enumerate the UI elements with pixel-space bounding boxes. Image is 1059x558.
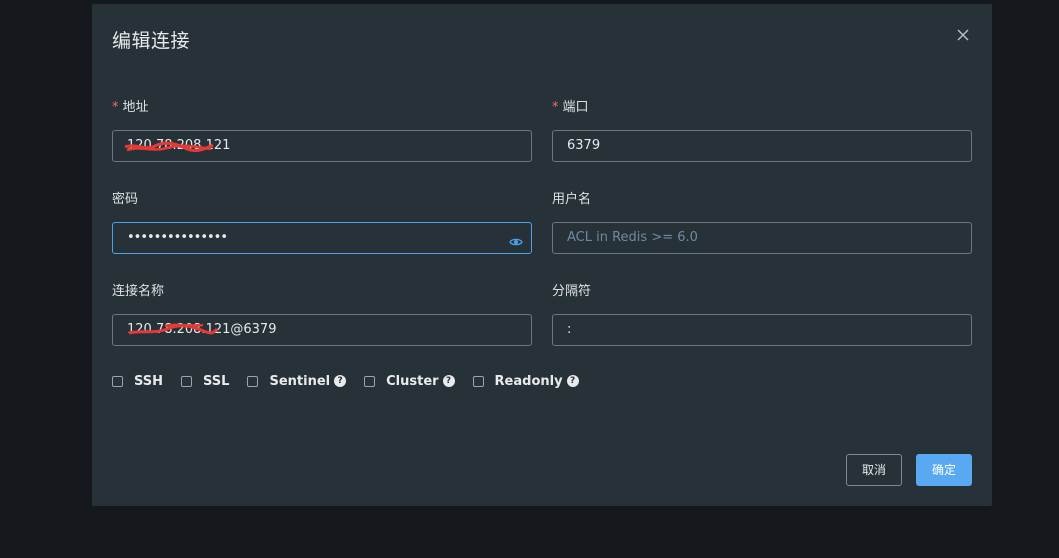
port-label: * 端口 bbox=[552, 96, 589, 115]
username-input[interactable]: ACL in Redis >= 6.0 bbox=[552, 222, 972, 254]
readonly-label: Readonly bbox=[494, 373, 563, 389]
edit-connection-dialog: 编辑连接 * 地址 120.78.208.121 * 端口 6379 密码 ••••… bbox=[92, 4, 992, 506]
connection-options: SSH SSL Sentinel ? Cluster ? Readonly ? bbox=[112, 372, 597, 390]
ssl-label: SSL bbox=[203, 373, 230, 389]
dialog-title: 编辑连接 bbox=[112, 30, 191, 52]
help-icon[interactable]: ? bbox=[442, 375, 455, 387]
address-label-text: 地址 bbox=[122, 100, 149, 115]
sentinel-label: Sentinel bbox=[269, 373, 331, 389]
help-icon[interactable]: ? bbox=[566, 375, 579, 387]
username-placeholder: ACL in Redis >= 6.0 bbox=[567, 230, 698, 245]
port-input[interactable]: 6379 bbox=[552, 130, 972, 162]
ssl-checkbox[interactable] bbox=[181, 375, 193, 387]
connection-name-input[interactable]: 120.78.208.121@6379 bbox=[112, 314, 532, 346]
eye-icon[interactable] bbox=[509, 231, 523, 246]
help-icon[interactable]: ? bbox=[334, 375, 347, 387]
required-mark: * bbox=[552, 100, 559, 115]
address-value: 120.78.208.121 bbox=[127, 138, 231, 153]
option-ssl[interactable]: SSL bbox=[181, 374, 229, 389]
username-label: 用户名 bbox=[552, 192, 592, 207]
separator-label: 分隔符 bbox=[552, 284, 592, 299]
option-cluster[interactable]: Cluster ? bbox=[364, 373, 455, 389]
password-value: ••••••••••••••• bbox=[127, 230, 228, 245]
password-input[interactable]: ••••••••••••••• bbox=[112, 222, 532, 254]
cluster-label: Cluster bbox=[386, 373, 439, 389]
cluster-checkbox[interactable] bbox=[364, 375, 376, 387]
confirm-button[interactable]: 确定 bbox=[916, 454, 972, 486]
readonly-checkbox[interactable] bbox=[472, 375, 484, 387]
password-label: 密码 bbox=[112, 192, 139, 207]
separator-value: : bbox=[567, 322, 572, 337]
address-input[interactable]: 120.78.208.121 bbox=[112, 130, 532, 162]
ssh-checkbox[interactable] bbox=[112, 375, 123, 387]
sentinel-checkbox[interactable] bbox=[247, 375, 259, 387]
port-label-text: 端口 bbox=[562, 100, 589, 115]
cancel-button[interactable]: 取消 bbox=[846, 454, 902, 486]
ssh-label: SSH bbox=[134, 373, 164, 389]
address-label: * 地址 bbox=[112, 96, 149, 115]
option-ssh[interactable]: SSH bbox=[112, 374, 163, 389]
close-icon[interactable] bbox=[954, 26, 972, 44]
option-readonly[interactable]: Readonly ? bbox=[472, 373, 579, 389]
connection-name-value: 120.78.208.121@6379 bbox=[127, 322, 277, 337]
connection-name-label: 连接名称 bbox=[112, 284, 165, 299]
required-mark: * bbox=[112, 100, 119, 115]
port-value: 6379 bbox=[567, 138, 601, 153]
option-sentinel[interactable]: Sentinel ? bbox=[247, 373, 347, 389]
separator-input[interactable]: : bbox=[552, 314, 972, 346]
